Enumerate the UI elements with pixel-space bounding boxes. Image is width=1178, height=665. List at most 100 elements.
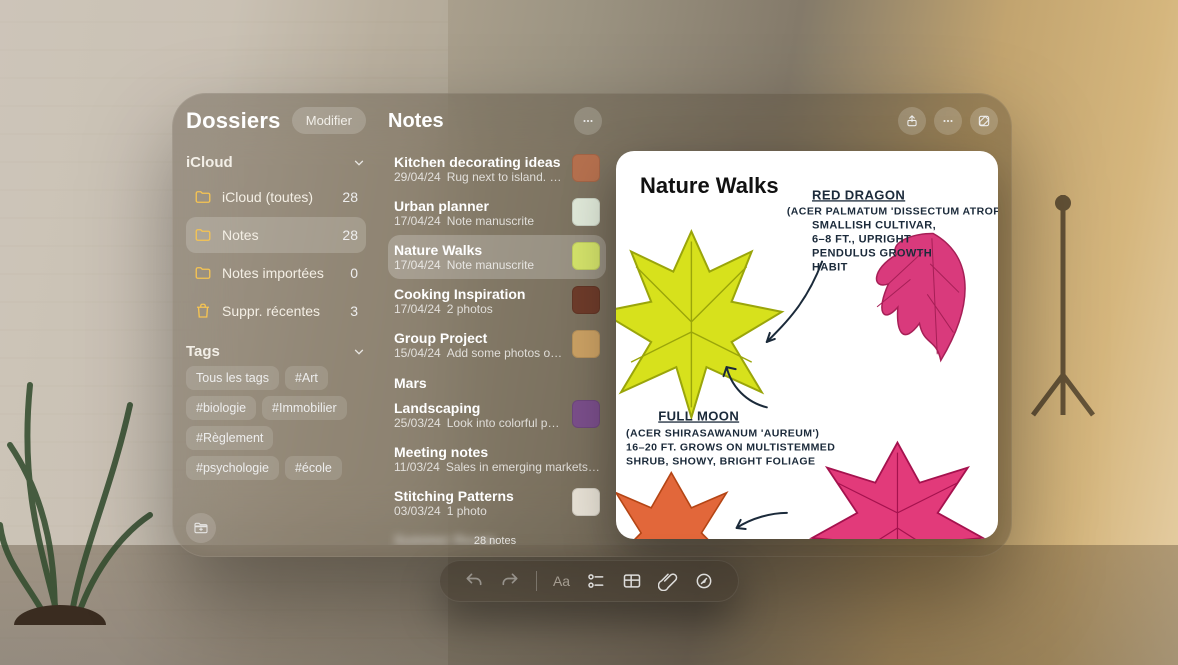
tag-chip-5[interactable]: #psychologie xyxy=(186,456,279,480)
note-item-sub: 17/04/24Note manuscrite xyxy=(394,258,564,272)
new-folder-icon xyxy=(193,520,209,536)
tag-chip-6[interactable]: #école xyxy=(285,456,342,480)
note-item-title: Landscaping xyxy=(394,400,564,416)
trash-icon xyxy=(194,302,212,320)
folder-label: iCloud (toutes) xyxy=(222,189,313,205)
svg-text:SHRUB, SHOWY, BRIGHT FOLIAGE: SHRUB, SHOWY, BRIGHT FOLIAGE xyxy=(626,456,815,468)
svg-text:SMALLISH CULTIVAR,: SMALLISH CULTIVAR, xyxy=(812,219,936,231)
note-item-title: Group Project xyxy=(394,330,564,346)
note-item[interactable]: Nature Walks17/04/24Note manuscrite xyxy=(388,235,606,279)
note-paper[interactable]: Nature Walks xyxy=(616,151,998,539)
folder-label: Notes xyxy=(222,227,259,243)
notes-list-column: Notes Kitchen decorating ideas29/04/24Ru… xyxy=(378,93,612,557)
note-item-sub: 29/04/24Rug next to island. Cont… xyxy=(394,170,564,184)
note-item[interactable]: Cooking Inspiration17/04/242 photos xyxy=(388,279,606,323)
svg-text:6–8 FT., UPRIGHT: 6–8 FT., UPRIGHT xyxy=(812,233,911,245)
section-icloud-label: iCloud xyxy=(186,154,233,171)
svg-text:(ACER SHIRASAWANUM 'AUREUM'): (ACER SHIRASAWANUM 'AUREUM') xyxy=(626,427,819,439)
notes-more-button[interactable] xyxy=(574,107,602,135)
note-item[interactable]: Urban planner17/04/24Note manuscrite xyxy=(388,191,606,235)
note-item-title: Stitching Patterns xyxy=(394,488,564,504)
svg-text:PENDULUS GROWTH: PENDULUS GROWTH xyxy=(812,248,932,260)
ellipsis-icon xyxy=(581,114,595,128)
chevron-down-icon xyxy=(352,156,366,170)
folder-icon xyxy=(194,264,212,282)
note-item-sub: 15/04/24Add some photos of the… xyxy=(394,346,564,360)
note-item-sub: 11/03/24Sales in emerging markets are t… xyxy=(394,460,600,474)
edit-button[interactable]: Modifier xyxy=(292,107,366,134)
note-item[interactable]: Meeting notes11/03/24Sales in emerging m… xyxy=(388,437,606,481)
markup-icon[interactable] xyxy=(694,571,714,591)
note-item[interactable]: Stitching Patterns03/03/241 photo xyxy=(388,481,606,525)
note-thumb xyxy=(572,488,600,516)
tag-chip-3[interactable]: #Immobilier xyxy=(262,396,347,420)
svg-text:HABIT: HABIT xyxy=(812,262,848,274)
note-item-sub: 03/03/241 photo xyxy=(394,504,564,518)
section-tags-header[interactable]: Tags xyxy=(186,343,366,360)
tag-chip-2[interactable]: #biologie xyxy=(186,396,256,420)
note-item-title: Urban planner xyxy=(394,198,564,214)
folder-row-1[interactable]: Notes 28 xyxy=(186,217,366,253)
folder-row-3[interactable]: Suppr. récentes 3 xyxy=(186,293,366,329)
note-item[interactable]: Kitchen decorating ideas29/04/24Rug next… xyxy=(388,147,606,191)
compose-button[interactable] xyxy=(970,107,998,135)
note-thumb xyxy=(572,330,600,358)
tag-chip-1[interactable]: #Art xyxy=(285,366,328,390)
redo-icon xyxy=(500,571,520,591)
note-thumb xyxy=(572,400,600,428)
anno-full-moon-heading: FULL MOON xyxy=(658,408,739,423)
section-tags-label: Tags xyxy=(186,343,220,360)
folder-icon xyxy=(194,188,212,206)
format-toolbar: Aa xyxy=(439,560,739,602)
notes-window: Dossiers Modifier iCloud iCloud (toutes)… xyxy=(172,93,1012,557)
tag-chip-4[interactable]: #Règlement xyxy=(186,426,273,450)
tag-chip-0[interactable]: Tous les tags xyxy=(186,366,279,390)
folder-count: 0 xyxy=(350,265,358,281)
note-detail: Nature Walks xyxy=(612,93,1012,557)
folder-row-0[interactable]: iCloud (toutes) 28 xyxy=(186,179,366,215)
notes-count: 28 notes xyxy=(378,535,612,547)
folder-label: Notes importées xyxy=(222,265,324,281)
note-item-sub: 25/03/24Look into colorful peren… xyxy=(394,416,564,430)
anno-red-dragon-heading: RED DRAGON xyxy=(812,187,905,202)
folder-count: 28 xyxy=(342,227,358,243)
folder-label: Suppr. récentes xyxy=(222,303,320,319)
note-item[interactable]: Landscaping25/03/24Look into colorful pe… xyxy=(388,393,606,437)
note-thumb xyxy=(572,198,600,226)
share-button[interactable] xyxy=(898,107,926,135)
sidebar-title: Dossiers xyxy=(186,108,281,134)
svg-text:(ACER PALMATUM 'DISSECTUM ATRO: (ACER PALMATUM 'DISSECTUM ATROPURPUREUM'… xyxy=(787,205,998,217)
attach-icon[interactable] xyxy=(658,571,678,591)
ellipsis-icon xyxy=(941,114,955,128)
table-icon[interactable] xyxy=(622,571,642,591)
section-icloud-header[interactable]: iCloud xyxy=(186,154,366,171)
chevron-down-icon xyxy=(352,345,366,359)
undo-icon xyxy=(464,571,484,591)
detail-more-button[interactable] xyxy=(934,107,962,135)
notes-title: Notes xyxy=(388,110,444,133)
note-item-title: Meeting notes xyxy=(394,444,600,460)
folder-row-2[interactable]: Notes importées 0 xyxy=(186,255,366,291)
note-sketch: RED DRAGON (ACER PALMATUM 'DISSECTUM ATR… xyxy=(616,151,998,539)
note-item-sub: 17/04/24Note manuscrite xyxy=(394,214,564,228)
notes-group-label: Mars xyxy=(394,375,606,391)
folder-count: 28 xyxy=(342,189,358,205)
note-thumb xyxy=(572,242,600,270)
note-item-title: Kitchen decorating ideas xyxy=(394,154,564,170)
note-item-title: Cooking Inspiration xyxy=(394,286,564,302)
toolbar-separator xyxy=(536,571,537,591)
share-icon xyxy=(905,114,919,128)
text-format-button[interactable]: Aa xyxy=(553,573,570,589)
note-item[interactable]: Group Project15/04/24Add some photos of … xyxy=(388,323,606,367)
svg-text:16–20 FT. GROWS ON MULTISTEMME: 16–20 FT. GROWS ON MULTISTEMMED xyxy=(626,442,835,454)
note-item-title: Nature Walks xyxy=(394,242,564,258)
note-thumb xyxy=(572,154,600,182)
note-item-sub: 17/04/242 photos xyxy=(394,302,564,316)
checklist-icon[interactable] xyxy=(586,571,606,591)
note-thumb xyxy=(572,286,600,314)
folder-icon xyxy=(194,226,212,244)
folder-count: 3 xyxy=(350,303,358,319)
compose-icon xyxy=(977,114,991,128)
folders-sidebar: Dossiers Modifier iCloud iCloud (toutes)… xyxy=(172,93,378,557)
new-folder-button[interactable] xyxy=(186,513,216,543)
